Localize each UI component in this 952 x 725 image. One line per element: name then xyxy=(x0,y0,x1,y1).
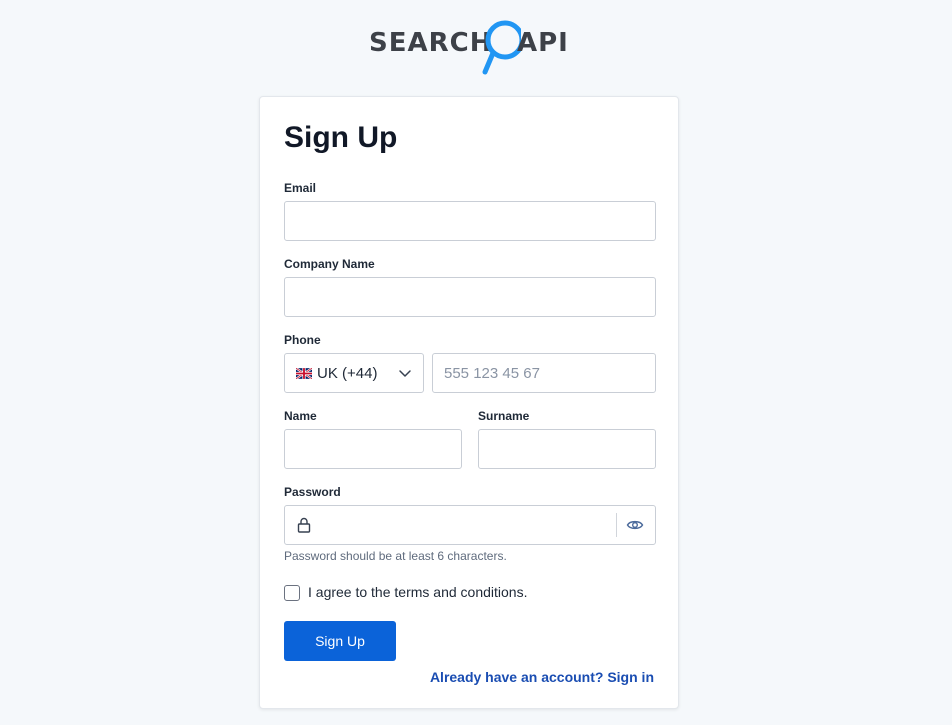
signup-card: Sign Up Email Company Name Phone UK (+44… xyxy=(259,96,679,709)
country-code-select[interactable]: UK (+44) xyxy=(284,353,424,393)
password-input[interactable] xyxy=(321,506,611,544)
terms-checkbox[interactable] xyxy=(284,585,300,601)
password-divider xyxy=(616,513,617,537)
phone-label: Phone xyxy=(284,333,321,347)
name-input[interactable] xyxy=(284,429,462,469)
password-field xyxy=(284,505,656,545)
phone-input[interactable] xyxy=(432,353,656,393)
logo-text-api: API xyxy=(517,28,569,58)
uk-flag-icon xyxy=(296,367,312,379)
magnifier-icon xyxy=(481,10,525,85)
surname-label: Surname xyxy=(478,409,530,423)
terms-label: I agree to the terms and conditions. xyxy=(308,584,528,600)
company-name-input[interactable] xyxy=(284,277,656,317)
email-label: Email xyxy=(284,181,317,195)
company-name-label: Company Name xyxy=(284,257,375,271)
logo: SEARCH API xyxy=(369,10,569,80)
password-label: Password xyxy=(284,485,341,499)
logo-text-search: SEARCH xyxy=(369,28,493,58)
lock-icon xyxy=(297,517,311,538)
email-input[interactable] xyxy=(284,201,656,241)
name-label: Name xyxy=(284,409,317,423)
sign-up-button[interactable]: Sign Up xyxy=(284,621,396,661)
sign-in-link[interactable]: Already have an account? Sign in xyxy=(430,669,654,685)
chevron-down-icon xyxy=(398,366,412,380)
country-code-value: UK (+44) xyxy=(317,364,378,382)
eye-icon[interactable] xyxy=(626,516,644,539)
page-title: Sign Up xyxy=(284,121,398,154)
surname-input[interactable] xyxy=(478,429,656,469)
password-hint: Password should be at least 6 characters… xyxy=(284,549,507,563)
